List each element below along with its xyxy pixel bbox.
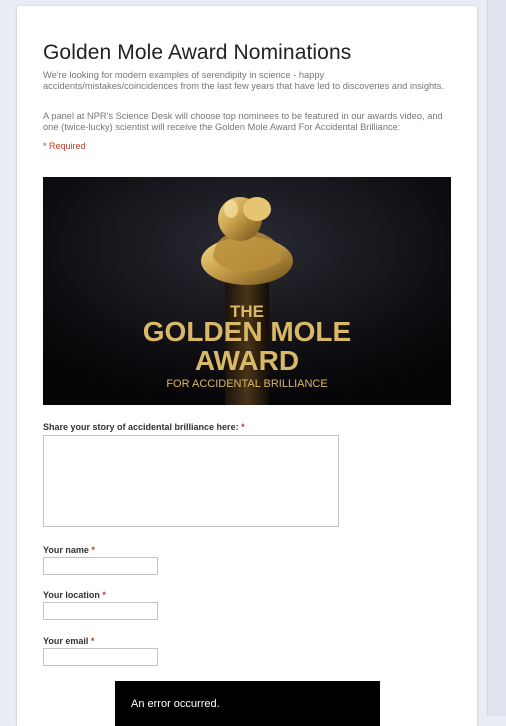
error-toast: An error occurred.	[115, 681, 380, 726]
name-label-text: Your name	[43, 545, 89, 555]
location-label-text: Your location	[43, 590, 100, 600]
scrollbar-track[interactable]	[487, 0, 506, 716]
location-input[interactable]	[43, 602, 158, 620]
name-field-label: Your name *	[43, 545, 95, 555]
email-input[interactable]	[43, 648, 158, 666]
required-asterisk: *	[90, 636, 95, 646]
banner-line-award: AWARD	[195, 345, 299, 376]
award-banner-image: THE GOLDEN MOLE AWARD FOR ACCIDENTAL BRI…	[43, 177, 451, 405]
form-description-panel: A panel at NPR's Science Desk will choos…	[43, 111, 443, 132]
error-toast-message: An error occurred.	[131, 698, 220, 710]
required-asterisk: *	[102, 590, 106, 600]
form-title: Golden Mole Award Nominations	[43, 41, 352, 64]
banner-line-golden-mole: GOLDEN MOLE	[143, 316, 351, 347]
email-field-label: Your email *	[43, 636, 94, 646]
required-note: * Required	[43, 141, 86, 151]
required-asterisk: *	[241, 422, 245, 432]
story-textarea[interactable]	[43, 435, 339, 527]
form-description: We're looking for modern examples of ser…	[43, 70, 444, 91]
required-asterisk: *	[91, 545, 95, 555]
name-input[interactable]	[43, 557, 158, 575]
form-card: Golden Mole Award Nominations We're look…	[17, 6, 477, 726]
story-field-label: Share your story of accidental brillianc…	[43, 422, 245, 432]
location-field-label: Your location *	[43, 590, 106, 600]
email-label-text: Your email	[43, 636, 89, 646]
story-label-text: Share your story of accidental brillianc…	[43, 422, 239, 432]
award-banner-graphic: THE GOLDEN MOLE AWARD FOR ACCIDENTAL BRI…	[43, 177, 451, 405]
banner-line-subtitle: FOR ACCIDENTAL BRILLIANCE	[166, 378, 327, 390]
